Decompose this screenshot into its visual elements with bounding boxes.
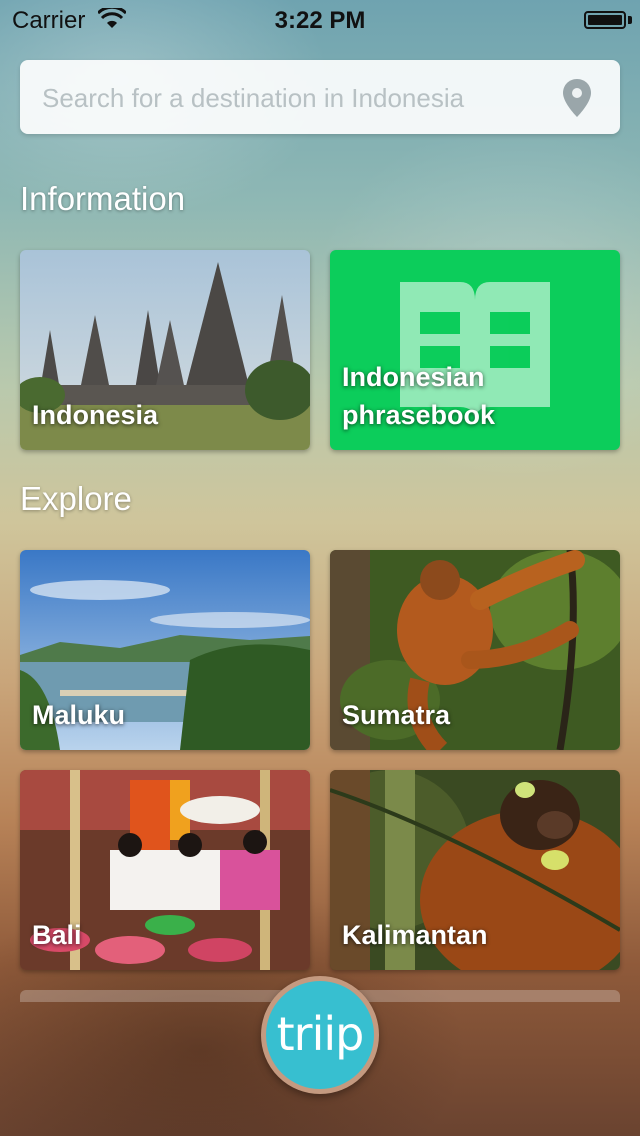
tile-phrasebook[interactable]: Indonesian phrasebook (330, 250, 620, 450)
tile-kalimantan[interactable]: Kalimantan (330, 770, 620, 970)
location-pin-icon[interactable] (562, 78, 592, 118)
tile-label: Indonesian phrasebook (342, 362, 496, 430)
tile-label: Sumatra (342, 700, 451, 730)
tile-sumatra[interactable]: Sumatra (330, 550, 620, 750)
tile-label: Maluku (32, 700, 126, 730)
tile-label: Bali (32, 920, 82, 950)
tile-label: Indonesia (32, 400, 159, 430)
triip-logo-button[interactable]: triip (261, 976, 379, 1094)
tile-maluku[interactable]: Maluku (20, 550, 310, 750)
tile-label: Kalimantan (342, 920, 488, 950)
information-heading: Information (20, 180, 186, 217)
battery-tip (628, 16, 632, 24)
clock: 3:22 PM (274, 7, 366, 34)
status-bar: Carrier 3:22 PM (0, 0, 640, 40)
search-input[interactable] (40, 60, 544, 136)
logo-text: triip (276, 1007, 365, 1061)
tile-indonesia[interactable]: Indonesia (20, 250, 310, 450)
battery-icon (584, 11, 626, 29)
search-bar[interactable] (20, 60, 620, 136)
explore-heading: Explore (20, 480, 132, 517)
tile-bali[interactable]: Bali (20, 770, 310, 970)
